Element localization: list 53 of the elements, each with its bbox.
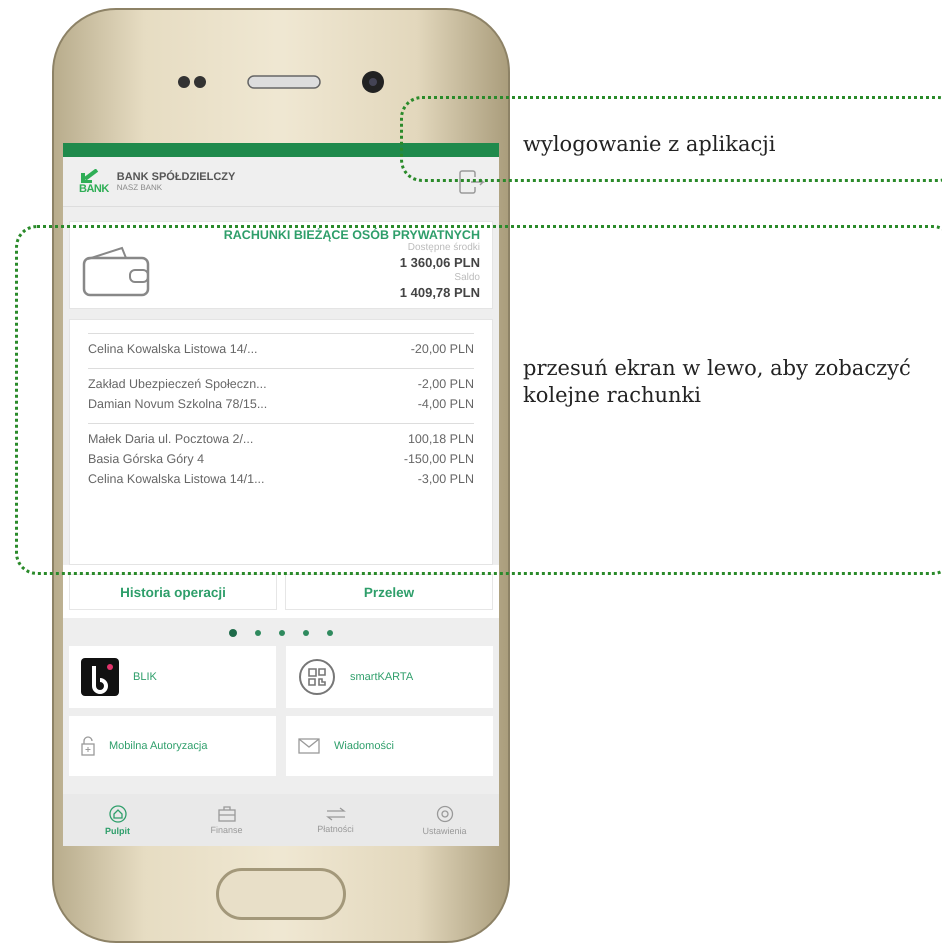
bank-subtitle: NASZ BANK <box>116 183 164 192</box>
transaction-amount: -150,00 PLN <box>404 452 474 466</box>
transaction-amount: 100,18 PLN <box>408 432 474 446</box>
callout-text: wylogowanie z aplikacji <box>523 131 776 158</box>
logo-text: BANK <box>79 182 109 194</box>
nav-tab[interactable]: Finanse <box>172 794 281 846</box>
shortcut-tile[interactable]: smartKARTA <box>286 646 493 708</box>
sensor-icon <box>177 74 207 88</box>
briefcase-icon <box>218 806 236 822</box>
transaction-name: Basia Górska Góry 4 <box>88 452 204 466</box>
callout-text: przesuń ekran w lewo, aby zobaczyć kolejne rachunki <box>523 355 912 410</box>
transaction-name: Celina Kowalska Listowa 14/... <box>88 342 258 356</box>
transaction-name: Zakład Ubezpieczeń Społeczn... <box>88 377 267 391</box>
shortcut-tile[interactable]: BLIK <box>69 646 276 708</box>
pager-dot[interactable] <box>279 630 285 636</box>
transaction-amount: -20,00 PLN <box>410 342 474 356</box>
nav-tab[interactable]: Płatności <box>281 794 390 846</box>
account-title: RACHUNKI BIEŻĄCE OSÓB PRYWATNYCH <box>222 228 480 242</box>
home-icon <box>108 804 126 822</box>
transaction-name: Małek Daria ul. Pocztowa 2/... <box>88 432 254 446</box>
wallet-icon <box>82 245 152 297</box>
speaker-grille-icon <box>247 74 321 88</box>
envelope-icon <box>298 738 320 754</box>
pager-dot[interactable] <box>229 629 237 637</box>
pager-dot[interactable] <box>255 630 261 636</box>
nav-tab[interactable]: Ustawienia <box>390 794 499 846</box>
pager-dot[interactable] <box>303 630 309 636</box>
pager-dot[interactable] <box>327 630 333 636</box>
available-amount: 1 360,06 PLN <box>400 255 480 270</box>
transaction-amount: -2,00 PLN <box>418 377 474 391</box>
camera-icon <box>361 70 385 94</box>
shortcut-tile[interactable]: Mobilna Autoryzacja <box>69 716 276 776</box>
settings-icon <box>436 804 454 822</box>
shortcut-tile[interactable]: Wiadomości <box>286 716 493 776</box>
transaction-name: Damian Novum Szkolna 78/15... <box>88 397 268 411</box>
account-card[interactable]: RACHUNKI BIEŻĄCE OSÓB PRYWATNYCH Dostępne środki 1 360,06 PLN Saldo 1 409,78 PLN <box>69 221 493 309</box>
action-button[interactable]: Przelew <box>285 574 493 610</box>
qr-code-icon <box>298 658 336 696</box>
home-button[interactable] <box>216 868 346 920</box>
logout-icon[interactable] <box>459 170 485 194</box>
transaction-name: Celina Kowalska Listowa 14/1... <box>88 472 264 486</box>
transaction-amount: -4,00 PLN <box>418 397 474 411</box>
arrow-logo-icon <box>79 168 99 182</box>
bank-name: BANK SPÓŁDZIELCZY <box>116 171 236 183</box>
lock-icon <box>81 736 95 756</box>
transfer-arrows-icon <box>326 806 346 820</box>
nav-tab[interactable]: Pulpit <box>63 794 172 846</box>
balance-label: Saldo <box>454 272 480 283</box>
available-label: Dostępne środki <box>408 242 480 253</box>
action-button[interactable]: Historia operacji <box>69 574 277 610</box>
transaction-amount: -3,00 PLN <box>418 472 474 486</box>
b-logo-icon <box>81 658 119 696</box>
balance-amount: 1 409,78 PLN <box>400 285 480 300</box>
